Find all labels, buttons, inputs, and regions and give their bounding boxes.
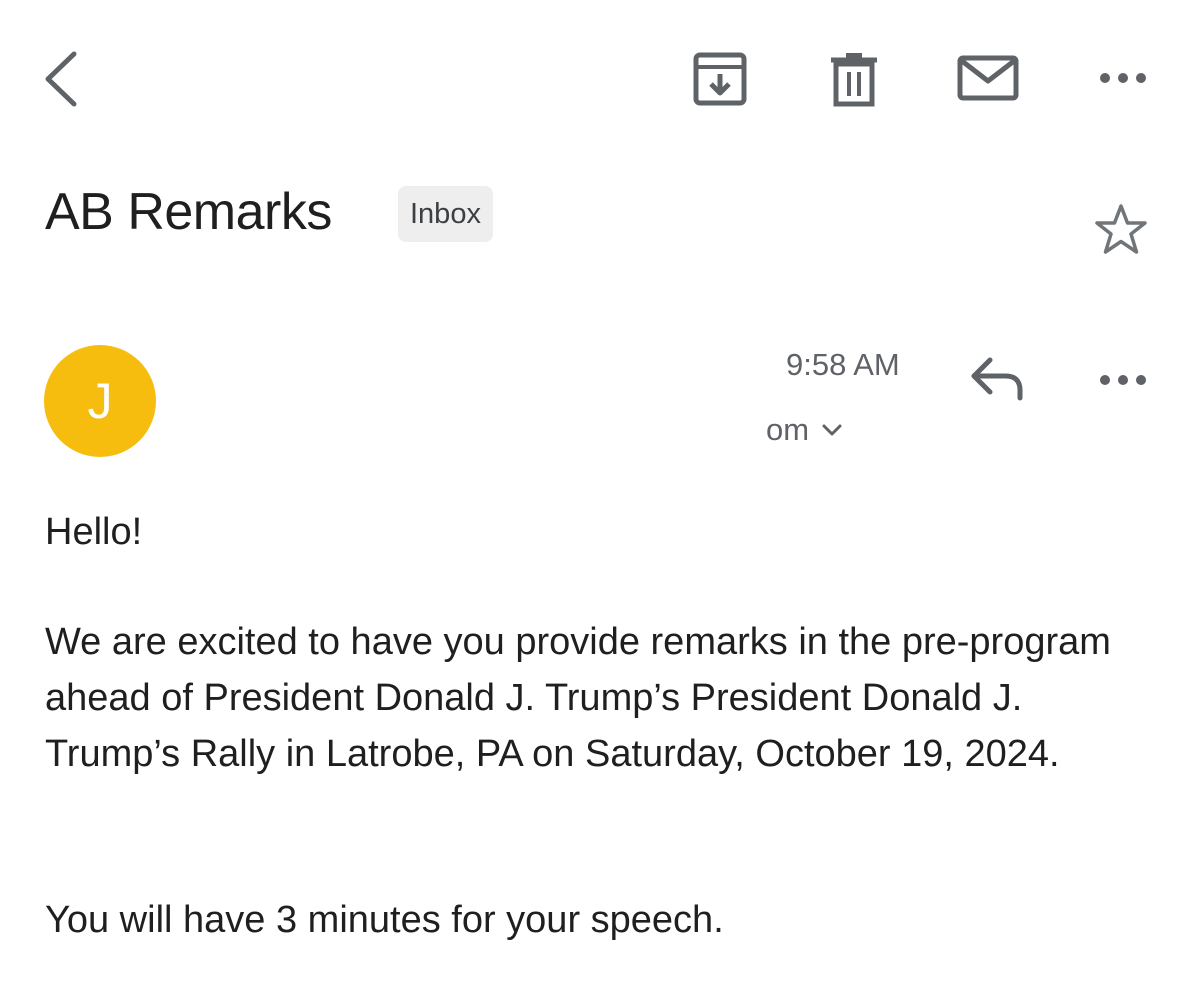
delete-button[interactable]: [826, 50, 882, 108]
email-body-paragraph: You will have 3 minutes for your speech.: [45, 899, 724, 941]
email-subject: AB Remarks: [45, 183, 332, 241]
back-button[interactable]: [38, 48, 88, 110]
trash-icon: [831, 53, 877, 107]
email-body-paragraph: We are excited to have you provide remar…: [45, 621, 1111, 775]
message-more-button[interactable]: [1094, 360, 1152, 400]
more-horizontal-icon: [1100, 73, 1146, 83]
reply-icon: [971, 357, 1023, 401]
more-options-button[interactable]: [1094, 58, 1152, 98]
inbox-label-chip[interactable]: Inbox: [398, 186, 493, 242]
archive-icon: [693, 52, 747, 106]
mark-unread-button[interactable]: [954, 52, 1022, 104]
sender-address-fragment[interactable]: om: [766, 410, 809, 450]
reply-button[interactable]: [966, 352, 1032, 406]
show-details-button[interactable]: [820, 418, 844, 442]
star-outline-icon: [1095, 204, 1147, 254]
email-greeting: Hello!: [45, 511, 143, 553]
chevron-left-icon: [45, 51, 77, 107]
sender-avatar[interactable]: J: [44, 345, 156, 457]
message-time: 9:58 AM: [786, 347, 900, 382]
more-horizontal-icon: [1100, 375, 1146, 385]
chevron-down-icon: [822, 424, 842, 436]
star-button[interactable]: [1090, 200, 1152, 262]
archive-button[interactable]: [690, 50, 750, 108]
mail-icon: [957, 55, 1019, 101]
